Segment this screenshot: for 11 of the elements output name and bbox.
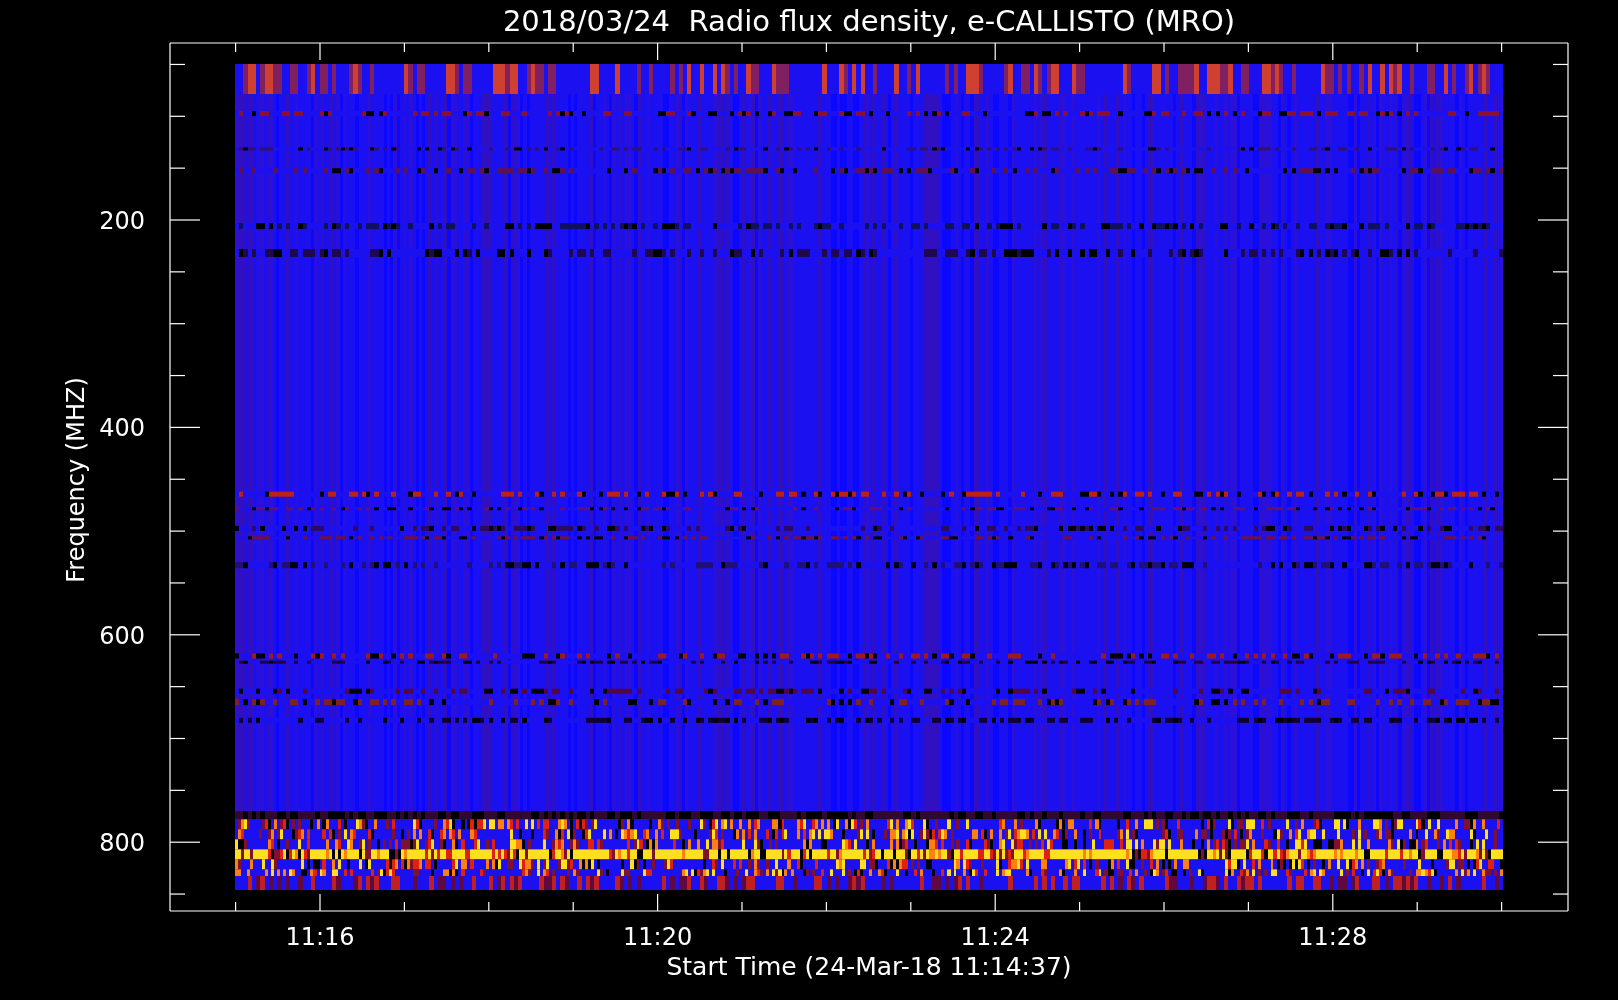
- x-tick-label: 11:24: [960, 923, 1030, 951]
- y-tick-label: 800: [99, 829, 145, 858]
- x-tick-label: 11:16: [285, 923, 355, 951]
- chart-title: 2018/03/24 Radio flux density, e-CALLISTO (MRO): [502, 4, 1236, 38]
- y-axis-label: Frequency (MHZ): [62, 377, 90, 583]
- x-tick-label: 11:28: [1298, 923, 1368, 951]
- x-tick-label: 11:20: [623, 923, 693, 951]
- y-tick-label: 600: [99, 621, 145, 650]
- y-tick-label: 200: [99, 207, 145, 235]
- y-tick-label: 400: [99, 414, 145, 443]
- x-axis-label: Start Time (24-Mar-18 11:14:37): [666, 952, 1072, 981]
